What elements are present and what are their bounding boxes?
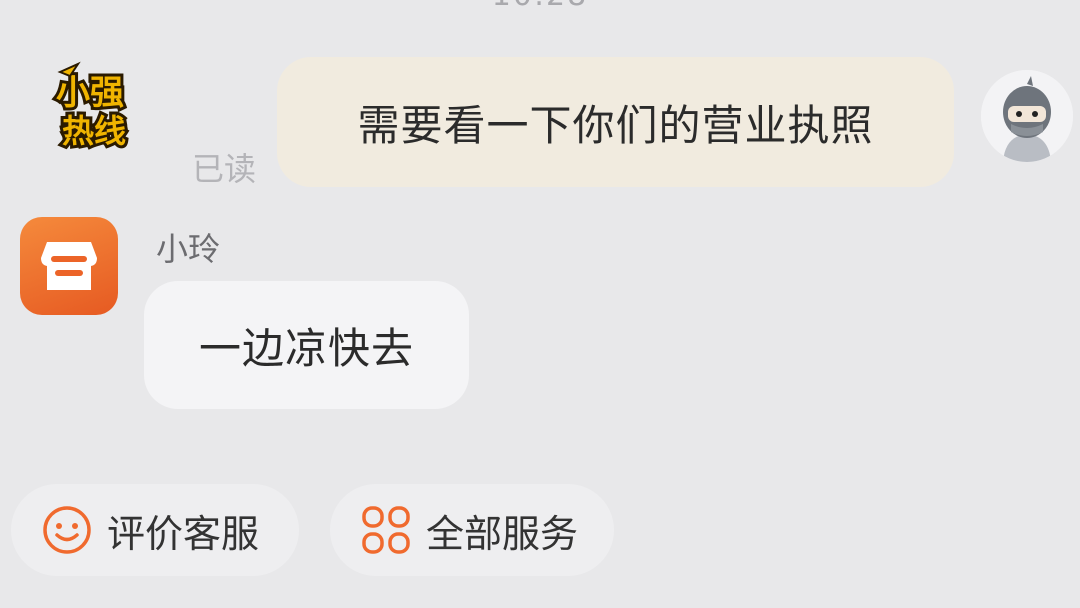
rate-service-label: 评价客服: [107, 511, 260, 556]
storefront-icon: [41, 242, 97, 290]
user-avatar[interactable]: [981, 70, 1073, 162]
watermark-logo: 小强 小强 热线 热线: [53, 61, 129, 153]
read-status: 已读: [192, 150, 257, 188]
grid-services-icon: [362, 506, 410, 554]
outgoing-message-bubble[interactable]: 需要看一下你们的营业执照: [277, 57, 954, 187]
incoming-message-bubble[interactable]: 一边凉快去: [144, 281, 469, 409]
all-services-label: 全部服务: [426, 511, 579, 556]
rate-service-button[interactable]: 评价客服: [11, 484, 299, 576]
shop-avatar[interactable]: [20, 217, 118, 315]
message-timestamp: 10:28: [0, 0, 1080, 13]
all-services-button[interactable]: 全部服务: [330, 484, 614, 576]
svg-text:小强: 小强: [56, 73, 124, 113]
sender-name: 小玲: [156, 230, 221, 268]
ninja-avatar-icon: [981, 70, 1073, 162]
svg-text:热线: 热线: [62, 112, 126, 150]
chat-screen: 10:28 小强 小强 热线 热线 需要看一下你们的营业执照 已读: [0, 0, 1080, 608]
smiley-icon: [43, 506, 91, 554]
